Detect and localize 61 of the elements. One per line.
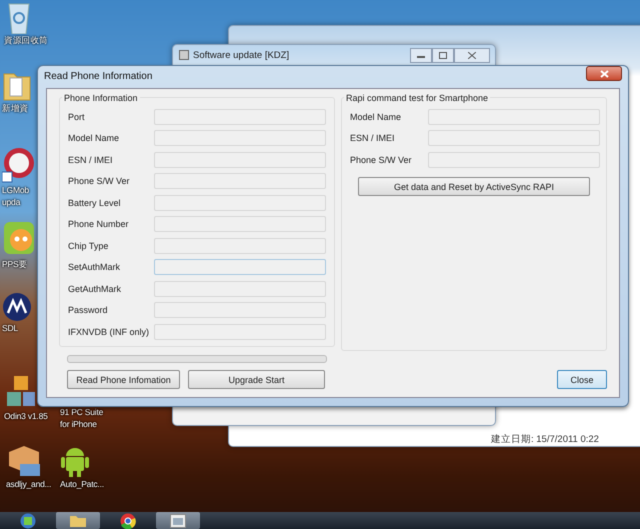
field-label: Chip Type xyxy=(67,240,110,251)
field-label: SetAuthMark xyxy=(67,262,122,272)
get-data-button[interactable]: Get data and Reset by ActiveSync RAPI xyxy=(358,177,590,196)
field-label: Phone S/W Ver xyxy=(349,154,413,165)
start-orb-icon xyxy=(19,512,37,528)
text-field[interactable] xyxy=(154,280,326,297)
text-field[interactable] xyxy=(154,152,326,168)
desktop-icon-label[interactable]: 資源回收筒 xyxy=(4,35,48,46)
motorola-logo-icon[interactable] xyxy=(2,292,32,322)
text-field[interactable] xyxy=(428,152,600,168)
desktop-icon-label[interactable]: asdljy_and... xyxy=(6,479,52,490)
dialog-button[interactable]: Read Phone Infomation xyxy=(67,370,180,389)
field-label: Model Name xyxy=(349,112,402,122)
field-label: Phone S/W Ver xyxy=(67,176,131,186)
minimize-button[interactable] xyxy=(410,48,432,62)
desktop-icon-label[interactable]: 91 PC Suite xyxy=(60,407,104,418)
close-button[interactable] xyxy=(454,48,490,62)
field-label: IFXNVDB (INF only) xyxy=(67,326,150,337)
text-field[interactable] xyxy=(154,173,326,190)
window-title: Software update [KDZ] xyxy=(193,50,290,60)
lg-circle-icon[interactable] xyxy=(2,146,36,184)
field-label: Battery Level xyxy=(67,198,122,208)
maximize-icon xyxy=(439,52,447,58)
group-title: Phone Information xyxy=(63,92,139,102)
text-field[interactable] xyxy=(154,130,326,146)
window-title: Read Phone Information xyxy=(44,71,152,82)
field-label: GetAuthMark xyxy=(67,284,122,294)
package-box-icon[interactable] xyxy=(6,444,42,478)
text-field[interactable] xyxy=(428,130,600,146)
folder-icon xyxy=(69,514,87,528)
text-field[interactable] xyxy=(154,238,326,254)
field-label: Password xyxy=(67,305,109,316)
maximize-button[interactable] xyxy=(432,48,454,62)
dialog-button[interactable]: Upgrade Start xyxy=(188,370,325,389)
taskbar-button[interactable] xyxy=(156,512,200,529)
dialog-button[interactable]: Close xyxy=(557,370,607,389)
desktop-icon-label[interactable]: Auto_Patc... xyxy=(60,479,104,490)
text-field[interactable] xyxy=(154,302,326,318)
field-label: ESN / IMEI xyxy=(67,154,114,165)
app-window-icon xyxy=(179,50,189,60)
field-label: ESN / IMEI xyxy=(349,133,396,144)
close-icon xyxy=(468,52,476,58)
desktop-icon-label[interactable]: for iPhone xyxy=(60,419,97,430)
text-field[interactable] xyxy=(154,108,326,125)
field-label: Port xyxy=(67,112,86,122)
app-window-icon xyxy=(170,514,186,528)
group-title: Rapi command test for Smartphone xyxy=(345,92,490,102)
desktop-icon-label[interactable]: PPS要 xyxy=(2,259,28,270)
text-field[interactable] xyxy=(154,324,326,340)
text-field[interactable] xyxy=(154,194,326,211)
desktop-icon-label[interactable]: SDL xyxy=(2,323,18,334)
close-button[interactable] xyxy=(586,66,622,82)
close-icon xyxy=(600,70,608,78)
desktop-icon-label[interactable]: Odin3 v1.85 xyxy=(4,411,48,422)
chrome-ball-icon xyxy=(120,512,136,528)
field-label: Model Name xyxy=(67,133,120,144)
text-field[interactable] xyxy=(154,216,326,232)
created-date-text: 建立日期: 15/7/2011 0:22 xyxy=(491,433,599,446)
text-field[interactable] xyxy=(428,108,600,125)
field-label: Phone Number xyxy=(67,219,130,230)
text-field[interactable] xyxy=(154,259,326,276)
